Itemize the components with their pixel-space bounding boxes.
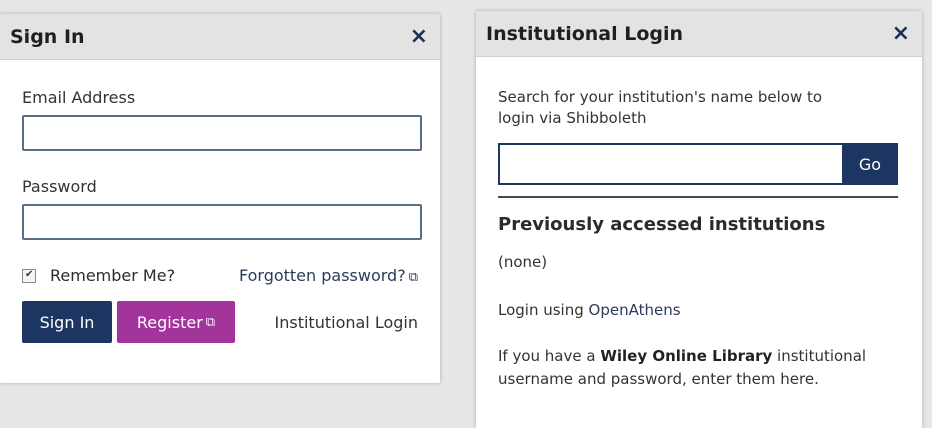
remember-me[interactable]: Remember Me? xyxy=(22,266,175,285)
email-field[interactable] xyxy=(22,115,422,151)
institution-search-description: Search for your institution's name below… xyxy=(498,88,823,127)
remember-me-label: Remember Me? xyxy=(50,266,176,285)
go-button[interactable]: Go xyxy=(842,143,898,185)
sign-in-dialog: Sign In × Email Address Password Remembe… xyxy=(0,14,440,383)
institution-search-input[interactable] xyxy=(498,143,842,185)
forgot-password-label: Forgotten password? xyxy=(238,266,406,285)
wiley-login-note: If you have a Wiley Online Library insti… xyxy=(498,345,902,391)
email-label: Email Address xyxy=(22,88,136,107)
previous-institutions-empty: (none) xyxy=(498,253,548,271)
close-icon[interactable]: × xyxy=(410,25,428,48)
openathens-link[interactable]: OpenAthens xyxy=(589,301,681,319)
institutional-login-title: Institutional Login xyxy=(486,22,684,45)
sign-in-title: Sign In xyxy=(10,25,85,48)
institutional-login-header: Institutional Login × xyxy=(476,11,922,57)
wiley-library-name: Wiley Online Library xyxy=(600,347,773,365)
openathens-login: Login using OpenAthens xyxy=(498,301,900,319)
forgot-password-link[interactable]: Forgotten password? ⧉ xyxy=(239,266,418,285)
remember-me-checkbox[interactable] xyxy=(22,268,36,283)
openathens-prefix: Login using xyxy=(498,301,589,319)
wiley-prefix: If you have a xyxy=(498,347,601,365)
divider xyxy=(498,196,898,198)
password-field[interactable] xyxy=(22,204,422,240)
institutional-login-link[interactable]: Institutional Login xyxy=(275,313,418,332)
sign-in-header: Sign In × xyxy=(0,14,440,60)
sign-in-button[interactable]: Sign In xyxy=(22,301,112,343)
previous-institutions-title: Previously accessed institutions xyxy=(498,214,826,235)
external-link-icon: ⧉ xyxy=(408,270,418,285)
close-icon[interactable]: × xyxy=(892,22,910,45)
password-label: Password xyxy=(22,177,97,196)
register-button[interactable]: Register ⧉ xyxy=(117,301,235,343)
external-link-icon: ⧉ xyxy=(205,314,216,330)
register-label: Register xyxy=(136,312,203,332)
institutional-login-dialog: Institutional Login × Search for your in… xyxy=(476,11,922,428)
